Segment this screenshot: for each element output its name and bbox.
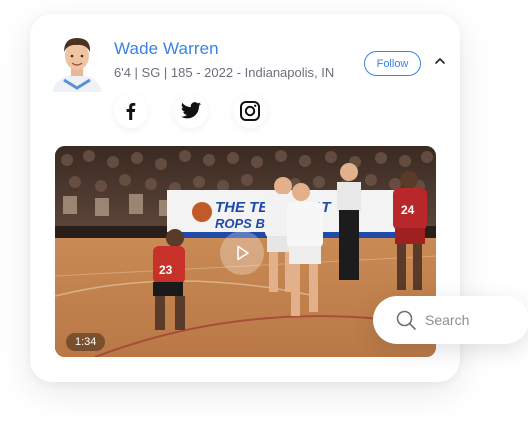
search-input[interactable] bbox=[425, 312, 515, 328]
jersey-number-right: 24 bbox=[401, 203, 415, 217]
player-meta: 6'4 | SG | 185 - 2022 - Indianapolis, IN bbox=[114, 65, 335, 80]
instagram-button[interactable] bbox=[233, 94, 267, 128]
facebook-button[interactable] bbox=[114, 94, 148, 128]
chevron-up-icon[interactable] bbox=[431, 52, 449, 70]
player-name[interactable]: Wade Warren bbox=[114, 39, 219, 59]
stage: Wade Warren 6'4 | SG | 185 - 2022 - Indi… bbox=[0, 0, 528, 427]
avatar bbox=[50, 30, 104, 92]
video-duration: 1:34 bbox=[66, 333, 106, 351]
search-icon bbox=[395, 309, 417, 331]
play-button[interactable] bbox=[220, 231, 264, 275]
follow-button[interactable]: Follow bbox=[364, 51, 421, 76]
search-box[interactable] bbox=[373, 296, 528, 344]
play-icon bbox=[237, 245, 249, 261]
instagram-icon bbox=[240, 101, 260, 121]
twitter-icon bbox=[180, 102, 202, 119]
twitter-button[interactable] bbox=[174, 94, 208, 128]
facebook-icon bbox=[126, 103, 136, 120]
jersey-number-left: 23 bbox=[159, 263, 173, 277]
